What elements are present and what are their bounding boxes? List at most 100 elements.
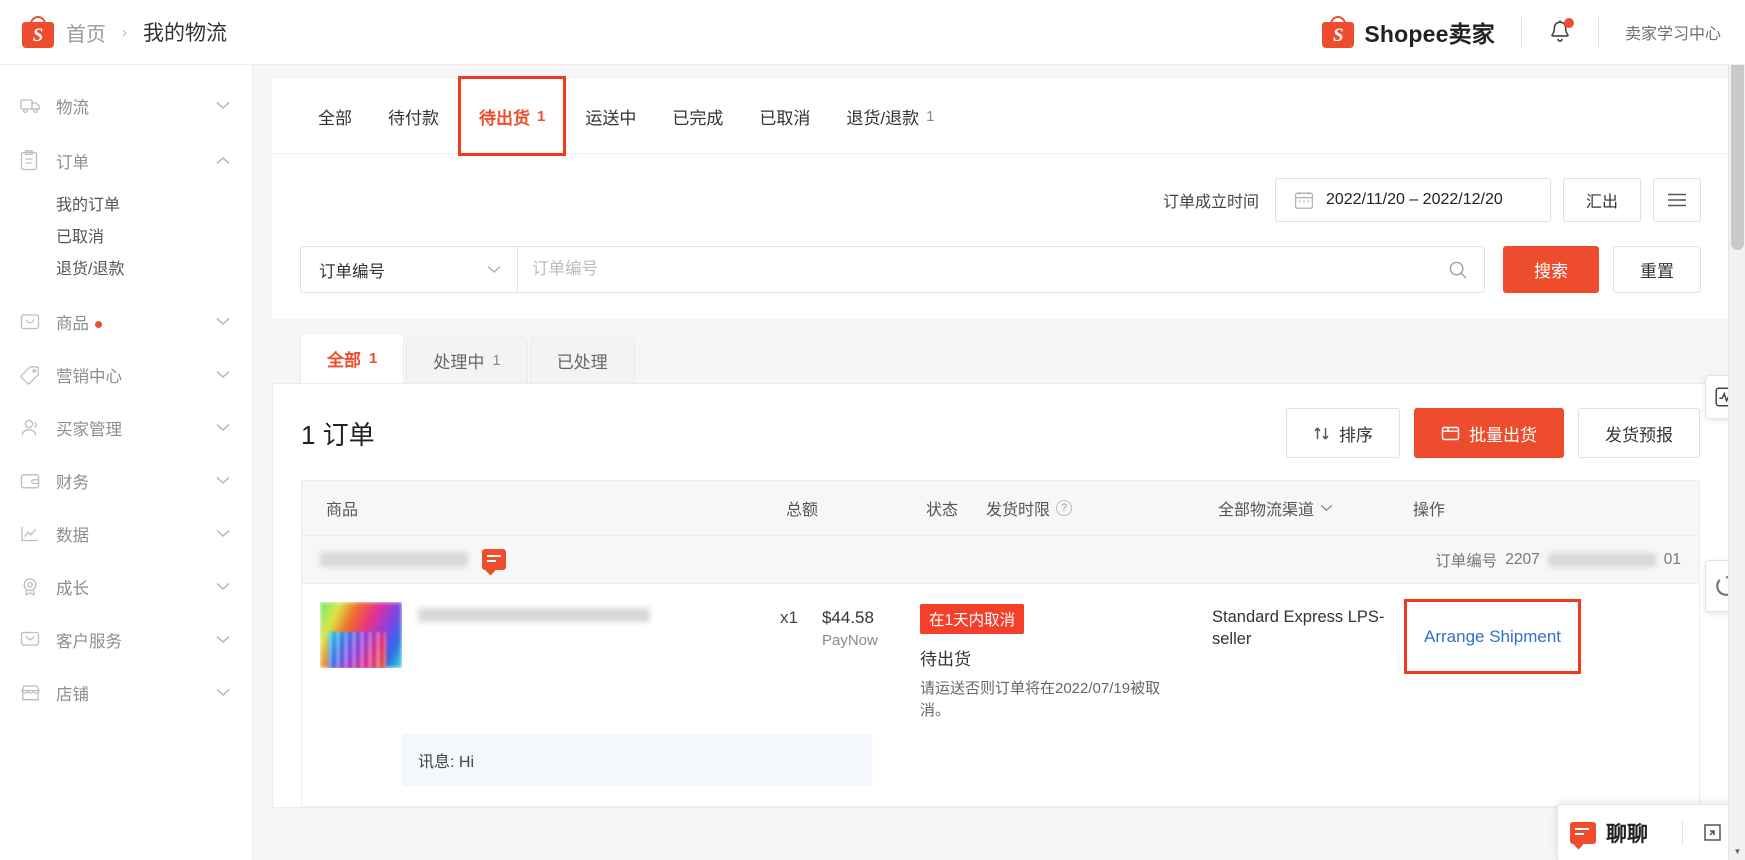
search-input[interactable] <box>532 260 1448 279</box>
chevron-down-icon <box>216 476 230 485</box>
bell-icon[interactable] <box>1548 17 1574 46</box>
order-list-actions: 排序 批量出货 发货预报 <box>1286 408 1700 458</box>
shop-name-redacted <box>320 552 468 567</box>
tab-return-refund[interactable]: 退货/退款 1 <box>828 79 952 153</box>
seller-learning-center-link[interactable]: 卖家学习中心 <box>1625 20 1721 44</box>
shop-icon <box>20 682 44 704</box>
order-action-cell: Arrange Shipment <box>1403 599 1681 674</box>
user-icon <box>20 417 44 439</box>
sidebar-item-buyer-management[interactable]: 买家管理 <box>0 401 252 454</box>
sidebar-item-marketing-label: 营销中心 <box>56 367 122 386</box>
shopee-logo-letter: S <box>32 24 44 46</box>
pill-all[interactable]: 全部 1 <box>300 333 405 383</box>
column-channel[interactable]: 全部物流渠道 <box>1212 496 1407 520</box>
chevron-down-icon <box>216 688 230 697</box>
sidebar-item-products[interactable]: 商品 <box>0 295 252 348</box>
filter-section: 订单成立时间 2022/11/20 – 2022/12/20 汇出 订单编号 订… <box>272 153 1729 319</box>
status-tabs: 全部 待付款 待出货 1 运送中 已完成 已取消 退货/退款 1 <box>300 76 1701 156</box>
tab-completed[interactable]: 已完成 <box>654 79 741 153</box>
chevron-down-icon <box>487 265 501 274</box>
order-message-row: 讯息: Hi <box>302 722 1699 806</box>
clipboard-icon <box>20 150 44 172</box>
wallet-icon <box>20 470 44 492</box>
pill-processed[interactable]: 已处理 <box>529 337 635 383</box>
products-new-dot <box>95 320 102 328</box>
sidebar-item-shop[interactable]: 店铺 <box>0 666 252 719</box>
filter-row-search: 订单编号 订单编号 搜索 重置 <box>300 246 1701 293</box>
order-product-cell <box>320 602 780 668</box>
sidebar: 物流 订单 我的订单 已取消 退货/退款 商品 营销中心 买家管理 财务 数据 … <box>0 65 253 860</box>
truck-icon <box>20 95 44 117</box>
date-range-value: 2022/11/20 – 2022/12/20 <box>1325 191 1503 208</box>
cancel-countdown-badge: 在1天内取消 <box>920 604 1025 634</box>
sidebar-item-shop-label: 店铺 <box>56 685 89 704</box>
order-number-suffix: 01 <box>1663 550 1681 568</box>
tab-shipping[interactable]: 运送中 <box>567 79 654 153</box>
chevron-down-icon <box>1320 504 1333 512</box>
sort-button[interactable]: 排序 <box>1286 408 1400 458</box>
tag-icon <box>20 364 44 386</box>
order-date-label: 订单成立时间 <box>1162 194 1259 211</box>
order-quantity: x1 <box>780 608 798 627</box>
chevron-down-icon <box>216 635 230 644</box>
shopee-logo-icon[interactable]: S <box>22 16 54 48</box>
ship-box-icon <box>1441 424 1460 442</box>
filter-card: 全部 待付款 待出货 1 运送中 已完成 已取消 退货/退款 1 订单成立时间 … <box>272 76 1729 319</box>
search-input-wrap[interactable] <box>517 246 1485 293</box>
vertical-scrollbar[interactable]: ▲ ▼ <box>1728 0 1745 860</box>
order-row-header: 订单编号 2207 01 <box>302 536 1699 584</box>
header-divider-2 <box>1597 17 1599 47</box>
sidebar-item-orders[interactable]: 订单 <box>0 134 252 187</box>
shipment-forecast-button[interactable]: 发货预报 <box>1578 408 1700 458</box>
search-field-select[interactable]: 订单编号 <box>300 246 517 293</box>
chevron-down-icon <box>216 529 230 538</box>
tab-to-ship[interactable]: 待出货 1 <box>457 76 567 156</box>
sidebar-item-finance[interactable]: 财务 <box>0 454 252 507</box>
order-message-label: 讯息: Hi <box>418 753 475 771</box>
sidebar-item-data[interactable]: 数据 <box>0 507 252 560</box>
search-button[interactable]: 搜索 <box>1503 246 1599 293</box>
sidebar-item-buyer-management-label: 买家管理 <box>56 420 122 439</box>
product-title-redacted <box>418 608 650 622</box>
sidebar-item-marketing[interactable]: 营销中心 <box>0 348 252 401</box>
chat-dock[interactable]: 聊聊 <box>1557 804 1735 860</box>
orders-table: 商品 总额 状态 发货时限 ? 全部物流渠道 操作 订单编号 2207 01 x… <box>273 480 1728 807</box>
tab-all[interactable]: 全部 <box>300 79 370 153</box>
notification-badge <box>1563 17 1574 28</box>
sidebar-subitem-cancelled[interactable]: 已取消 <box>0 219 252 251</box>
column-channel-label: 全部物流渠道 <box>1218 502 1315 519</box>
order-message-box: 讯息: Hi <box>402 733 872 786</box>
sidebar-item-logistics[interactable]: 物流 <box>0 79 252 132</box>
arrange-shipment-link[interactable]: Arrange Shipment <box>1403 599 1582 674</box>
sidebar-subitem-return-refund[interactable]: 退货/退款 <box>0 251 252 283</box>
date-range-picker[interactable]: 2022/11/20 – 2022/12/20 <box>1274 178 1551 222</box>
bulk-ship-button[interactable]: 批量出货 <box>1414 408 1564 458</box>
order-total-cell: x1 $44.58 PayNow <box>780 602 920 649</box>
sidebar-item-customer-service[interactable]: 客户服务 <box>0 613 252 666</box>
breadcrumb-home[interactable]: 首页 <box>66 18 106 47</box>
sidebar-subitem-my-orders[interactable]: 我的订单 <box>0 187 252 219</box>
export-button[interactable]: 汇出 <box>1562 178 1641 222</box>
pill-processing[interactable]: 处理中 1 <box>406 337 528 383</box>
expand-icon[interactable] <box>1703 823 1722 842</box>
sidebar-item-growth[interactable]: 成长 <box>0 560 252 613</box>
product-thumbnail[interactable] <box>320 602 402 668</box>
body: 物流 订单 我的订单 已取消 退货/退款 商品 营销中心 买家管理 财务 数据 … <box>0 65 1745 860</box>
seller-brand[interactable]: S Shopee卖家 <box>1322 15 1495 49</box>
chevron-down-icon <box>216 101 230 110</box>
table-header-row: 商品 总额 状态 发货时限 ? 全部物流渠道 操作 <box>301 480 1700 536</box>
breadcrumb-current: 我的物流 <box>143 22 227 45</box>
scroll-down-arrow-icon[interactable]: ▼ <box>1729 843 1745 860</box>
shopee-brand-icon: S <box>1322 16 1355 48</box>
tab-cancelled[interactable]: 已取消 <box>741 79 828 153</box>
tab-unpaid[interactable]: 待付款 <box>370 79 457 153</box>
search-icon[interactable] <box>1448 260 1468 280</box>
chat-bubble-icon[interactable] <box>482 549 506 570</box>
status-tabs-bar: 全部 待付款 待出货 1 运送中 已完成 已取消 退货/退款 1 <box>272 76 1729 156</box>
hamburger-menu-icon[interactable] <box>1653 178 1701 222</box>
chat-dock-divider <box>1682 820 1683 845</box>
reset-button[interactable]: 重置 <box>1613 246 1701 293</box>
chevron-down-icon <box>216 370 230 379</box>
column-status: 状态 <box>926 502 959 519</box>
question-mark-icon[interactable]: ? <box>1056 500 1073 516</box>
